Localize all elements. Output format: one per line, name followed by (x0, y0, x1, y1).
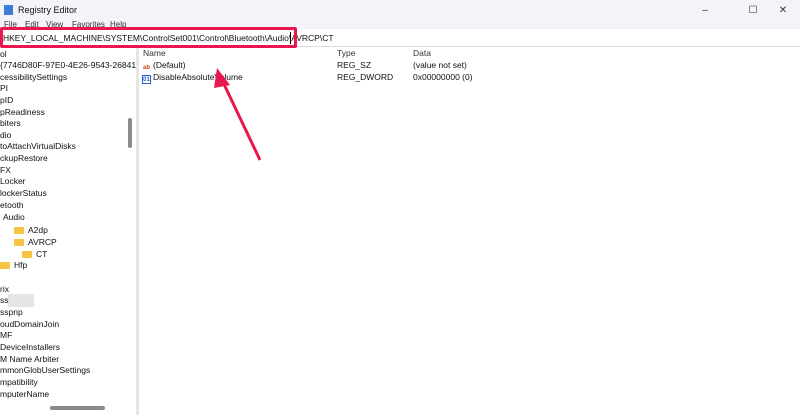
red-arrow-annotation (214, 68, 262, 161)
